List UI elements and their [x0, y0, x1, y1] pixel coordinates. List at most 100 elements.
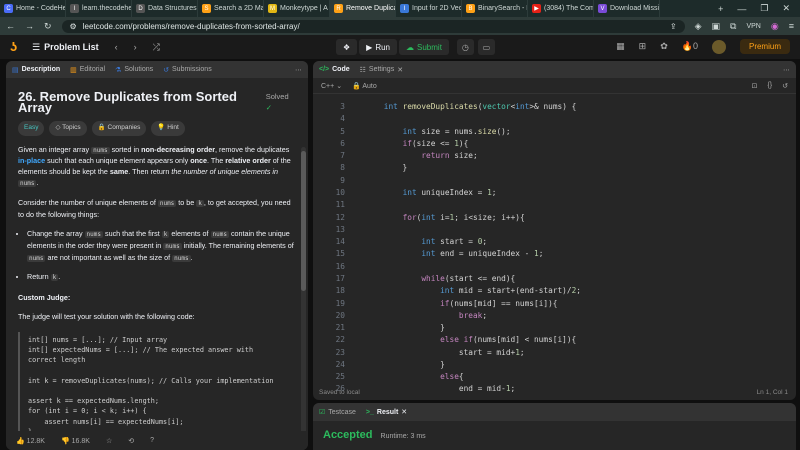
problem-list-button[interactable]: ☰ Problem List [32, 42, 99, 53]
maximize-icon[interactable]: ❐ [760, 3, 768, 14]
streak-counter[interactable]: 🔥0 [682, 41, 698, 52]
forward-icon[interactable]: → [25, 21, 34, 31]
favorite-star-icon[interactable]: ☆ [106, 437, 112, 445]
code-line: else if(nums[mid] < nums[i]){ [440, 335, 577, 345]
result-summary: Accepted Runtime: 3 ms [313, 421, 796, 449]
extensions-icon[interactable]: ⧉ [730, 21, 736, 32]
streak-count: 0 [692, 41, 698, 51]
browser-tab-title: Search a 2D Matrix [214, 5, 263, 12]
panel-more-icon[interactable]: ⋯ [295, 66, 302, 74]
tab-result[interactable]: >_ Result ✕ [366, 408, 407, 417]
browser-tab[interactable]: SSearch a 2D Matrix✕ [198, 0, 264, 17]
list-item: Return k. [27, 272, 296, 284]
text: Return [27, 272, 51, 282]
close-tab-icon[interactable]: ✕ [401, 408, 407, 416]
reset-icon[interactable]: ↺ [782, 82, 788, 90]
premium-button[interactable]: Premium [739, 39, 790, 54]
vpn-button[interactable]: VPN [746, 23, 760, 30]
reload-icon[interactable]: ↻ [44, 21, 52, 32]
url-field[interactable]: ⚙ leetcode.com/problems/remove-duplicate… [61, 19, 685, 33]
next-problem-icon[interactable]: › [134, 42, 137, 52]
header-right: ▦ ⊞ ✿ 🔥0 Premium [616, 39, 790, 54]
browser-tab[interactable]: IInput for 2D Vector✕ [396, 0, 462, 17]
browser-tab[interactable]: llearn.thecodehelp.in✕ [66, 0, 132, 17]
tab-solutions[interactable]: ⚗ Solutions [115, 66, 153, 74]
layout-icon[interactable]: ▦ [616, 41, 625, 52]
submit-label: Submit [417, 42, 442, 52]
description-scrollbar-thumb[interactable] [301, 151, 306, 291]
avatar[interactable] [711, 39, 726, 54]
wallet-icon[interactable]: ▣ [712, 21, 721, 32]
in-place-link[interactable]: in-place [18, 156, 45, 165]
auto-mode[interactable]: 🔒 Auto [352, 82, 377, 90]
debug-button[interactable]: ❖ [336, 39, 358, 55]
tab-editorial[interactable]: ▥ Editorial [70, 66, 105, 74]
description-paragraph-1: Given an integer array nums sorted in no… [18, 145, 296, 189]
prev-problem-icon[interactable]: ‹ [115, 42, 118, 52]
code-line: int start = 0; [421, 237, 488, 247]
tab-submissions[interactable]: ↺ Submissions [163, 66, 212, 74]
help-icon[interactable]: ? [150, 437, 154, 444]
minimize-icon[interactable]: — [737, 4, 746, 14]
sliders-icon: ☷ [359, 66, 366, 74]
submit-button[interactable]: ☁ Submit [399, 39, 449, 55]
line-number: 14 [335, 237, 345, 247]
timer-button[interactable]: ◷ [456, 39, 474, 55]
share-icon[interactable]: ⇪ [670, 22, 677, 31]
like-button[interactable]: 👍 12.8K [16, 437, 45, 445]
code-editor[interactable]: int removeDuplicates(vector<int>& nums) … [365, 101, 581, 396]
line-number: 6 [340, 138, 345, 148]
bookmark-icon[interactable]: ⊡ [752, 82, 758, 90]
topics-chip[interactable]: ◇ Topics [49, 121, 87, 136]
dislike-button[interactable]: 👎 16.8K [61, 437, 90, 445]
profile-icon[interactable]: ◉ [771, 21, 779, 32]
back-icon[interactable]: ← [6, 21, 15, 31]
browser-tab[interactable]: MMonkeytype | A minimal✕ [264, 0, 330, 17]
browser-tab[interactable]: CHome - CodeHelp✕ [0, 0, 66, 17]
lock-icon: 🔒 [352, 82, 361, 90]
shield-icon[interactable]: ◈ [695, 21, 702, 32]
code-panel-more-icon[interactable]: ⋯ [783, 66, 790, 74]
companies-chip[interactable]: 🔒 Companies [91, 121, 147, 136]
close-window-icon[interactable]: ✕ [782, 3, 790, 14]
dislike-count: 16.8K [71, 437, 90, 445]
tab-description[interactable]: ▤ Description [12, 66, 60, 74]
notes-button[interactable]: ▭ [477, 39, 495, 55]
grid-icon[interactable]: ⊞ [639, 41, 647, 52]
tab-code[interactable]: </> Code [319, 66, 350, 73]
new-tab-button[interactable]: + [718, 4, 723, 14]
text: sorted in [109, 144, 142, 154]
browser-tab[interactable]: DData Structures and Alg✕ [132, 0, 198, 17]
language-select[interactable]: C++ ⌄ [321, 82, 342, 90]
tab-settings[interactable]: ☷ Settings ✕ [360, 66, 403, 74]
leetcode-logo-icon[interactable]: ʖ [10, 40, 22, 54]
site-info-icon[interactable]: ⚙ [70, 22, 77, 31]
problem-description: 26. Remove Duplicates from Sorted Array … [6, 78, 308, 440]
browser-tab[interactable]: ▶(3084) The Complete✕ [528, 0, 594, 17]
lock-icon: 🔒 [97, 124, 106, 132]
settings-icon[interactable]: ✿ [660, 41, 668, 52]
cloud-upload-icon: ☁ [406, 42, 415, 52]
tab-testcase[interactable]: ☑ Testcase [319, 408, 356, 417]
menu-icon[interactable]: ≡ [789, 21, 794, 31]
line-number: 10 [335, 187, 345, 197]
browser-tab[interactable]: VDownload Missing✕ [594, 0, 660, 17]
close-tab-icon[interactable]: ✕ [397, 66, 403, 74]
browser-tab-title: Home - CodeHelp [16, 5, 66, 12]
difficulty-badge[interactable]: Easy [18, 121, 45, 136]
bold-text: Custom Judge: [18, 292, 71, 302]
inline-code: nums [157, 200, 177, 208]
browser-tab[interactable]: BBinarySearch - LeetCode✕ [462, 0, 528, 17]
tab-result-label: Result [376, 408, 399, 416]
tab-submissions-label: Submissions [172, 66, 212, 73]
share-link-icon[interactable]: ⟲ [128, 437, 134, 445]
hint-chip[interactable]: 💡 Hint [151, 121, 185, 136]
code-line: else{ [440, 372, 464, 382]
run-button[interactable]: ▶ Run [359, 39, 398, 55]
braces-icon[interactable]: {} [767, 82, 772, 90]
description-tabs: ▤ Description ▥ Editorial ⚗ Solutions ↺ Subm… [6, 61, 308, 78]
thumbs-up-icon: 👍 [16, 437, 25, 445]
browser-tab[interactable]: RRemove Duplicates✕ [330, 0, 396, 17]
shuffle-icon[interactable]: ⤮ [153, 42, 160, 53]
browser-tab-title: Input for 2D Vector [412, 5, 462, 12]
